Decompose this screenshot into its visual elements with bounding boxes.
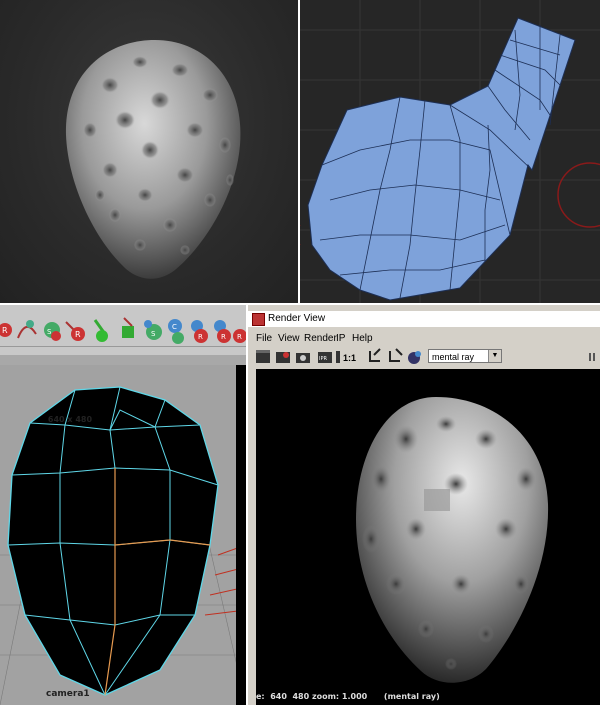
svg-text:R: R [237,333,242,341]
svg-text:S: S [47,328,52,336]
menu-ipr[interactable]: IPR [336,333,346,344]
ipr-render-icon[interactable]: IPR [318,352,332,363]
svg-text:S: S [151,330,156,338]
camera-viewport[interactable]: 640 x 480 camera1 [0,355,246,705]
renderer-select-value: mental ray [432,352,475,362]
maya-viewport-panel: R S R S C R R R 640 x 480 camera1 [0,303,246,705]
sphere-r-icon[interactable]: S [44,322,61,341]
render-view-titlebar: Render View [248,311,600,327]
renderer-icon[interactable] [408,351,421,364]
menu-help[interactable]: Help [352,333,373,344]
panel-divider-vertical-bottom [246,305,248,705]
render-region-icon[interactable] [276,352,290,363]
render-image-canvas[interactable]: e: 640 480 zoom: 1.000 (mental ray) [256,369,600,705]
render-view-window: Render View File View Render IPR Help IP… [248,303,600,705]
ratio-icon[interactable]: 1:1 [336,351,356,363]
remove-image-icon[interactable] [389,348,403,362]
rendered-strawberry [356,397,549,683]
menu-file[interactable]: File [256,333,272,344]
camera-name-label: camera1 [46,689,90,699]
toolbar-grip-icon [589,353,595,361]
curve-tool-icon[interactable] [17,320,37,339]
svg-text:R: R [198,333,203,341]
sphere-c-icon[interactable]: C [168,319,184,344]
resolution-gate-label: 640 x 480 [47,415,93,424]
sculpt-mesh [65,40,241,279]
paint-brush-icon[interactable] [93,319,108,342]
svg-text:R: R [2,326,8,335]
chevron-down-icon: ▼ [488,350,501,362]
render-icon[interactable]: R [0,323,12,337]
topology-mesh [300,0,600,303]
svg-text:R: R [75,330,81,339]
svg-text:IPR: IPR [319,356,327,362]
panel-divider-horizontal [0,303,600,305]
menu-render[interactable]: Render [304,333,337,344]
render-status-text: e: 640 480 zoom: 1.000 (mental ray) [256,692,440,701]
wireframe-mesh [0,365,246,705]
topology-viewport[interactable] [300,0,600,303]
shelf-icons: R S R S C R R R [0,317,246,344]
menu-view[interactable]: View [278,333,300,344]
sphere-s2-icon[interactable]: S [144,320,162,340]
panel-divider-vertical-top [298,0,300,303]
svg-text:C: C [172,323,177,331]
render-r-icon[interactable]: R [65,321,85,341]
render-view-left-strip [248,369,256,705]
svg-text:R: R [221,333,226,341]
svg-text:1:1: 1:1 [343,353,356,363]
render-r4-icon[interactable]: R [233,329,246,343]
renderer-select[interactable]: mental ray ▼ [428,349,502,363]
paint-bucket-icon[interactable] [122,317,134,338]
sculpt-viewport[interactable] [0,0,298,303]
window-title: Render View [268,313,326,324]
snapshot-icon[interactable] [296,353,310,363]
maya-shelf: R S R S C R R R [0,312,246,347]
keep-image-icon[interactable] [369,348,381,362]
menu-bar: File View Render IPR Help [248,331,600,347]
render-view-app-icon [252,313,265,326]
toolbar-icons: IPR 1:1 [256,348,595,364]
render-r3-icon[interactable]: R [214,320,231,343]
render-toolbar: IPR 1:1 mental ray ▼ [248,347,600,367]
render-frame-icon[interactable] [256,350,270,363]
render-r2-icon[interactable]: R [191,320,208,343]
